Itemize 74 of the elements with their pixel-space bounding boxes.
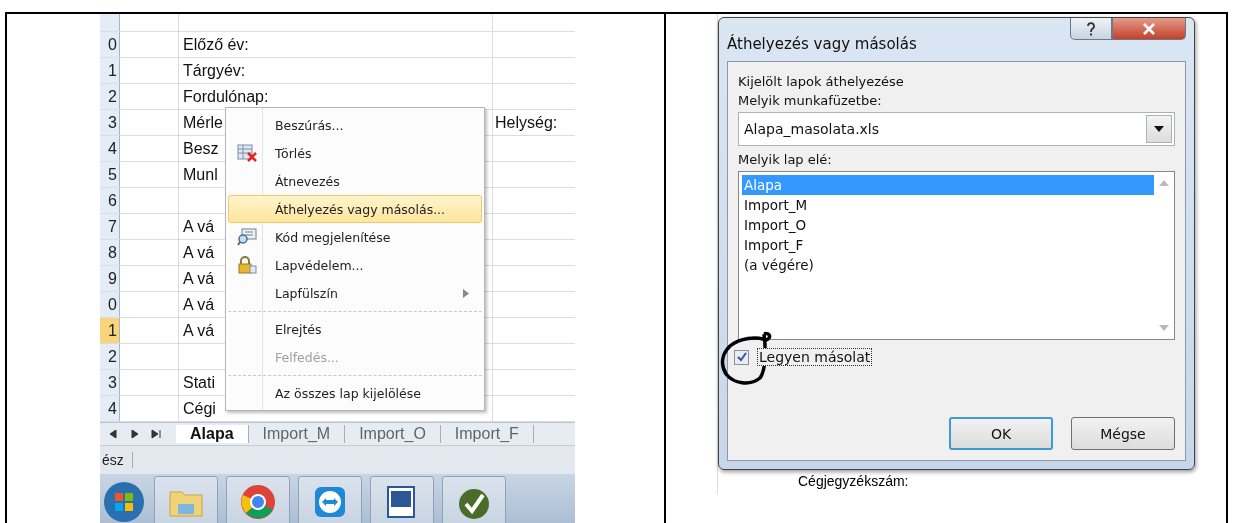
sheet-tab[interactable]: Import_O bbox=[345, 425, 441, 443]
close-button[interactable] bbox=[1112, 18, 1186, 40]
scroll-up-arrow-icon[interactable] bbox=[1159, 180, 1169, 186]
dialog-button[interactable]: OK bbox=[949, 417, 1053, 450]
cell-text: A vá bbox=[183, 243, 215, 262]
sheet-tab[interactable]: Import_F bbox=[440, 425, 534, 443]
list-item[interactable]: (a végére) bbox=[742, 255, 1154, 275]
menu-item[interactable]: Lapfülszín bbox=[228, 279, 482, 307]
submenu-arrow-icon bbox=[463, 288, 469, 298]
row-header[interactable]: 8 bbox=[100, 240, 120, 265]
menu-item[interactable]: Kód megjelenítése bbox=[228, 223, 482, 251]
question-mark-icon bbox=[1086, 21, 1096, 36]
sheet-tab[interactable]: Alapa bbox=[176, 425, 249, 443]
section-label: Kijelölt lapok áthelyezése bbox=[738, 74, 905, 89]
cell-text: Tárgyév: bbox=[183, 61, 246, 80]
row-header[interactable]: 3 bbox=[100, 110, 120, 135]
delete-table-icon bbox=[237, 144, 257, 162]
cell-text: A vá bbox=[183, 321, 215, 340]
row-header[interactable]: 5 bbox=[100, 162, 120, 187]
row-header[interactable]: 0 bbox=[100, 32, 120, 57]
checkbox-label[interactable]: Legyen másolat bbox=[757, 348, 873, 366]
menu-item[interactable]: Lapvédelem... bbox=[228, 251, 482, 279]
menu-item[interactable]: Áthelyezés vagy másolás... bbox=[228, 195, 482, 223]
list-item[interactable]: Import_O bbox=[742, 215, 1154, 235]
cell-text: Előző év: bbox=[183, 35, 249, 54]
cell-text: Fordulónap: bbox=[183, 87, 269, 106]
menu-item[interactable]: Az összes lap kijelölése bbox=[228, 375, 482, 407]
row-header[interactable]: 1 bbox=[100, 58, 120, 83]
cell-text: Helység: bbox=[495, 113, 558, 132]
menu-item[interactable]: Átnevezés bbox=[228, 167, 482, 195]
dialog-title: Áthelyezés vagy másolás bbox=[727, 34, 917, 53]
list-item[interactable]: Import_M bbox=[742, 195, 1154, 215]
dialog-button[interactable]: Mégse bbox=[1071, 417, 1175, 450]
taskbar-button[interactable] bbox=[370, 476, 434, 523]
row-header[interactable]: 6 bbox=[100, 188, 120, 213]
checkbox[interactable] bbox=[734, 349, 749, 365]
row-header[interactable]: 9 bbox=[100, 266, 120, 291]
magnifier-icon bbox=[237, 228, 257, 246]
cell-text: Mérle bbox=[183, 113, 223, 132]
taskbar-button[interactable] bbox=[226, 476, 290, 523]
cell-text: A vá bbox=[183, 217, 215, 236]
row-header[interactable]: 2 bbox=[100, 344, 120, 369]
status-text: ész bbox=[100, 452, 133, 468]
row-header[interactable]: 1 bbox=[100, 318, 120, 343]
taskbar-button[interactable] bbox=[442, 476, 506, 523]
field-label: Melyik munkafüzetbe: bbox=[738, 93, 883, 108]
row-header[interactable]: 7 bbox=[100, 214, 120, 239]
row-header[interactable]: 4 bbox=[100, 136, 120, 161]
cell-text: Munl bbox=[183, 165, 218, 184]
cell-text: Cégjegyzékszám: bbox=[798, 473, 910, 489]
row-header[interactable]: 3 bbox=[100, 370, 120, 395]
start-button-icon[interactable] bbox=[102, 480, 146, 523]
cell-text: Stati bbox=[183, 373, 215, 392]
row-header[interactable]: 0 bbox=[100, 292, 120, 317]
lock-icon bbox=[237, 256, 257, 274]
menu-item[interactable]: Törlés bbox=[228, 139, 482, 167]
menu-item[interactable]: Elrejtés bbox=[228, 311, 482, 343]
row-header[interactable]: 2 bbox=[100, 84, 120, 109]
cell-text: A vá bbox=[183, 295, 215, 314]
field-label: Melyik lap elé: bbox=[738, 152, 833, 167]
help-button[interactable] bbox=[1070, 18, 1112, 40]
taskbar-button[interactable] bbox=[298, 476, 362, 523]
cell-text: Besz bbox=[183, 139, 219, 158]
cell-text: A vá bbox=[183, 269, 215, 288]
close-icon bbox=[1142, 22, 1156, 35]
list-item[interactable]: Import_F bbox=[742, 235, 1154, 255]
browser-icon bbox=[238, 482, 278, 522]
menu-item[interactable]: Beszúrás... bbox=[228, 111, 482, 139]
dropdown-arrow-icon bbox=[1154, 126, 1164, 132]
workbook-dropdown[interactable]: Alapa_masolata.xls bbox=[738, 112, 1175, 146]
cell-text: Cégi bbox=[183, 399, 216, 418]
sheet-tab[interactable]: Import_M bbox=[248, 425, 346, 443]
row-header[interactable]: 4 bbox=[100, 396, 120, 421]
scroll-down-arrow-icon[interactable] bbox=[1159, 325, 1169, 331]
